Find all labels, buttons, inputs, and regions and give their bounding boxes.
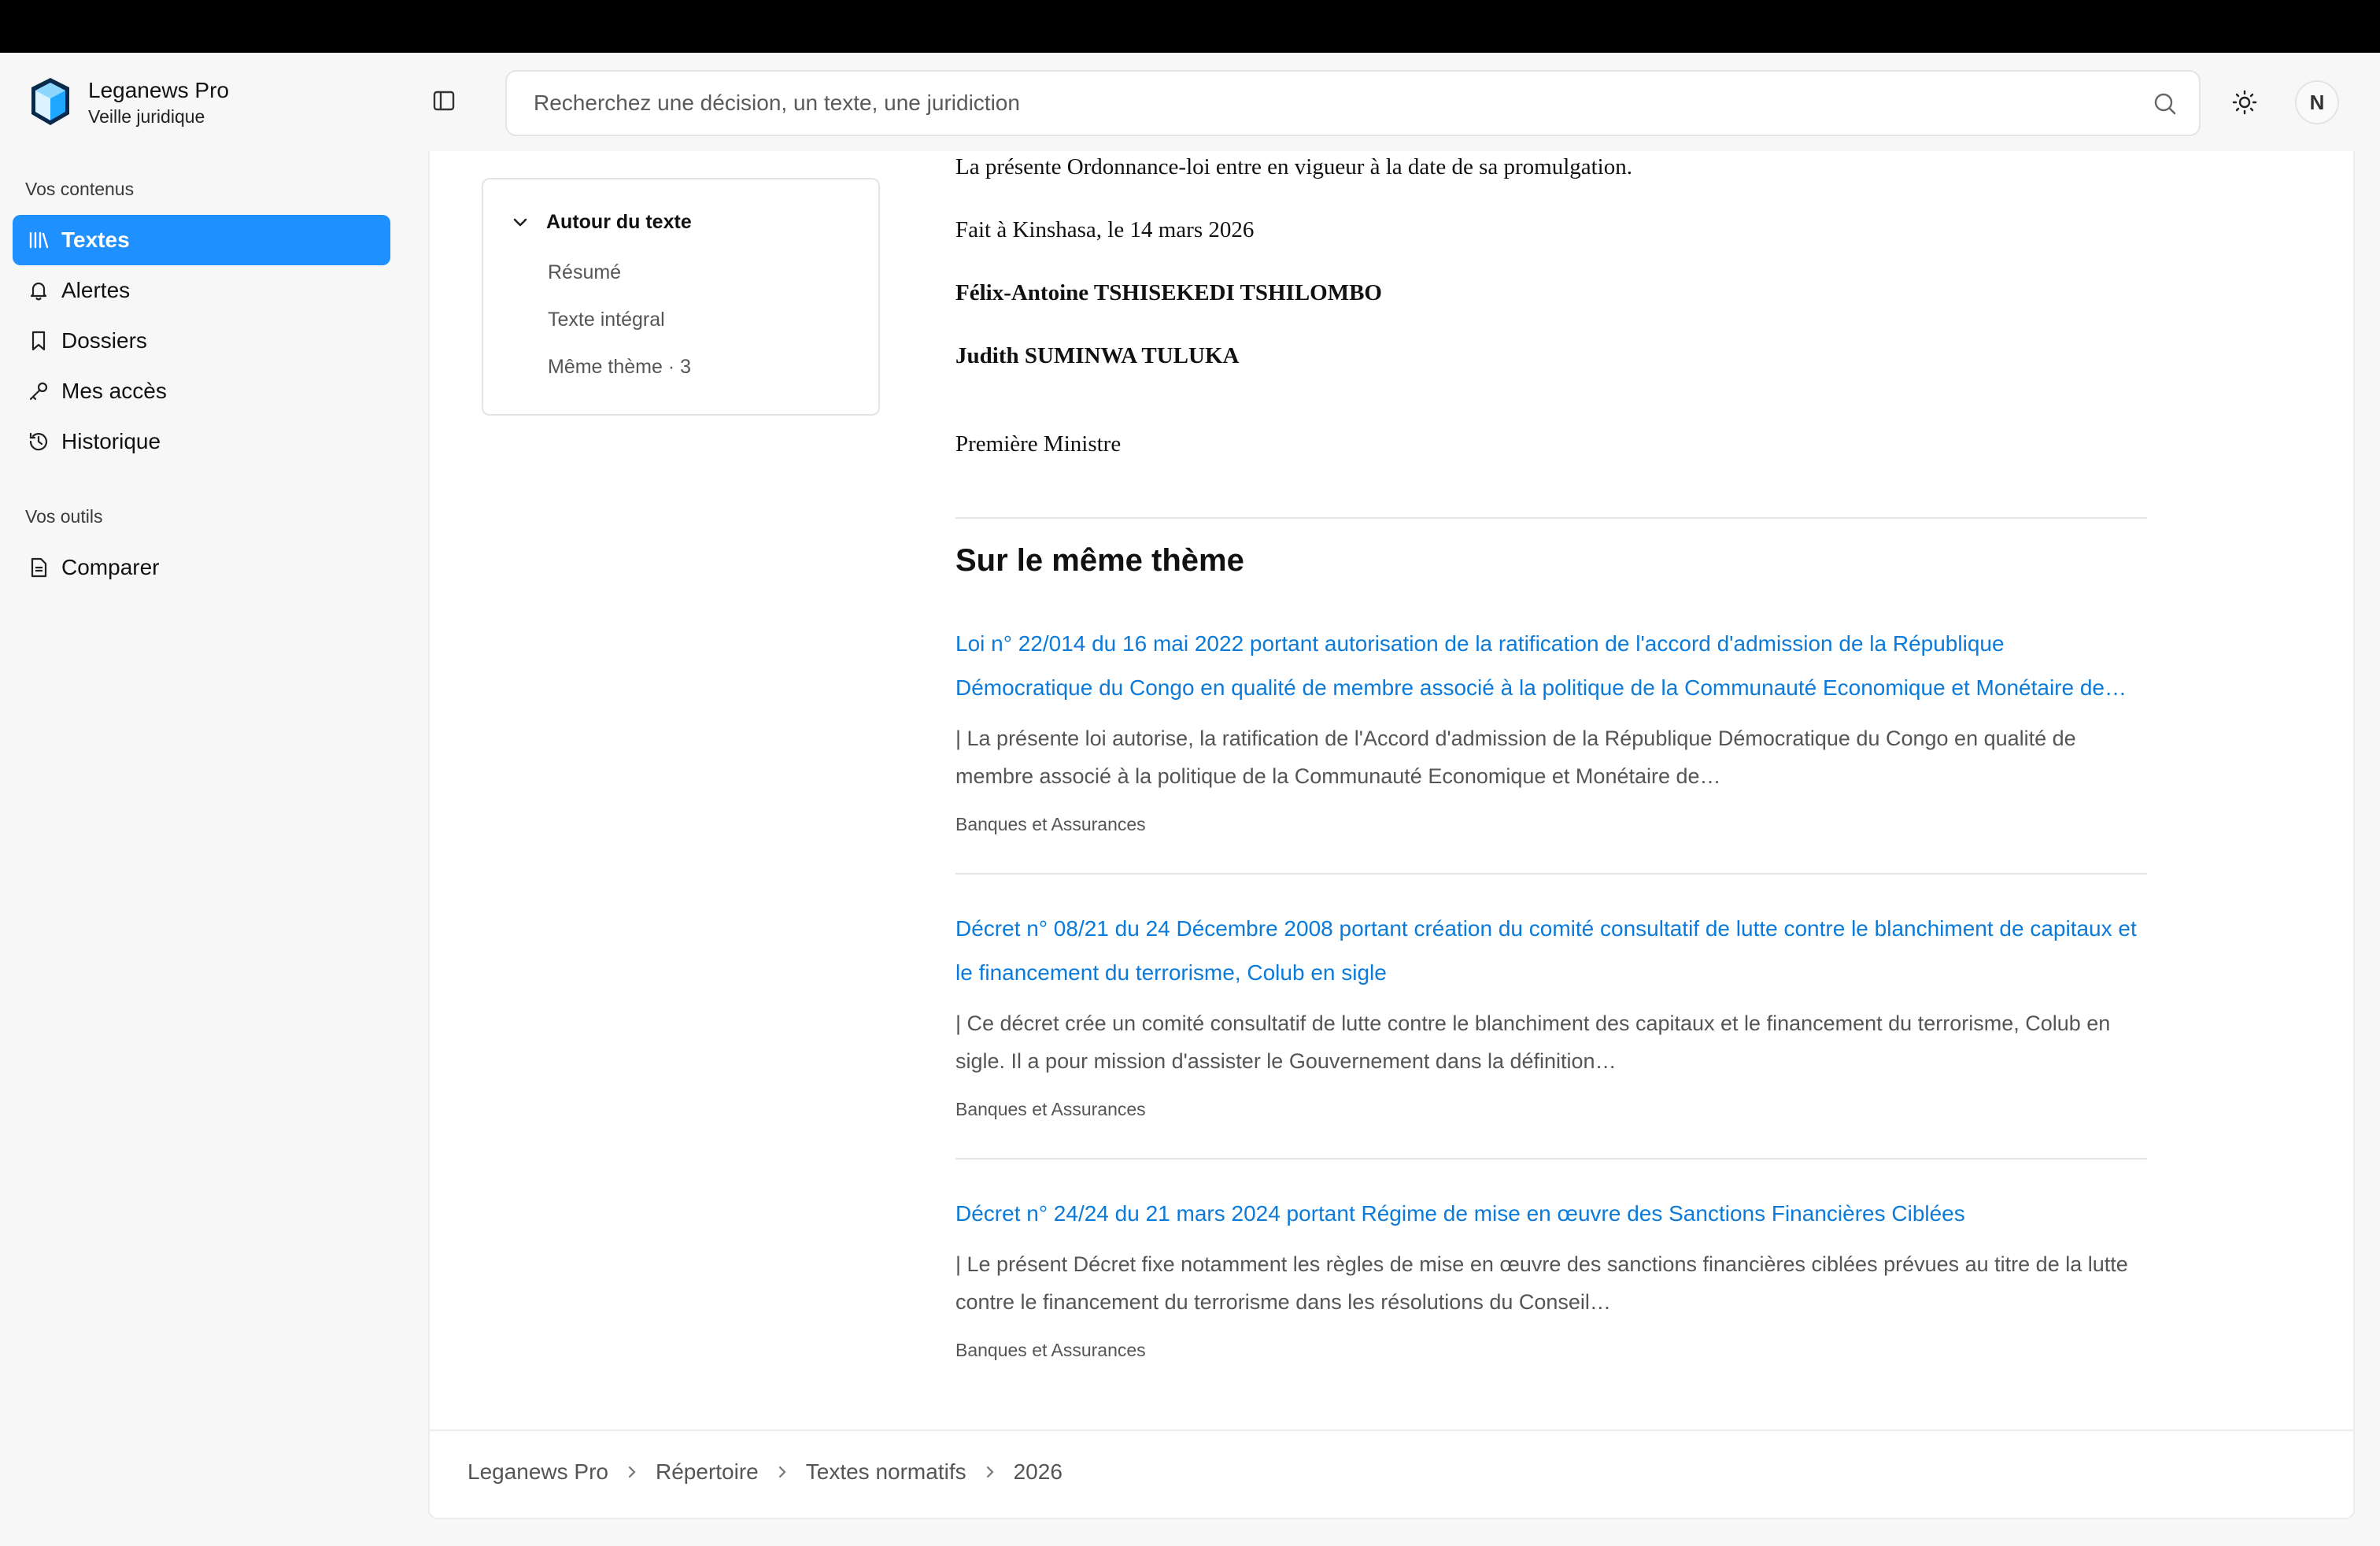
related-text-excerpt: | La présente loi autorise, la ratificat… [955,727,2076,788]
related-text-tag: Banques et Assurances [955,1099,1146,1119]
divider [955,517,2147,519]
sidebar-item-dossiers[interactable]: Dossiers [13,316,390,366]
library-icon [27,228,50,252]
sun-icon [2232,90,2257,115]
chevron-right-icon [628,1466,636,1478]
sidebar-item-alertes[interactable]: Alertes [13,265,390,316]
sidebar-item-label: Mes accès [61,379,167,403]
toc-item-meme-theme[interactable]: Même thème · 3 [548,356,691,379]
document-paragraph: La présente Ordonnance-loi entre en vigu… [955,154,1632,179]
same-theme-heading: Sur le même thème [955,543,1244,578]
chevron-down-icon [513,218,527,226]
search-icon[interactable] [2152,91,2179,117]
brand[interactable]: Leganews Pro Veille juridique [28,75,229,130]
sidebar: Leganews Pro Veille juridique Vos conten… [0,53,417,1546]
related-text-excerpt: | Ce décret crée un comité consultatif d… [955,1012,2111,1073]
bell-icon [27,279,50,302]
sidebar-item-label: Comparer [61,555,160,579]
search-input[interactable] [534,91,2108,116]
divider [955,873,2147,875]
sidebar-item-label: Textes [61,227,130,252]
logo-icon [31,78,69,125]
breadcrumb-item[interactable]: Leganews Pro [468,1459,608,1485]
breadcrumb-item[interactable]: 2026 [1014,1459,1062,1485]
sidebar-item-historique[interactable]: Historique [13,416,390,467]
related-text-link[interactable]: Décret n° 08/21 du 24 Décembre 2008 port… [955,907,2147,995]
app-name: Leganews Pro [88,78,230,102]
related-text-excerpt: | Le présent Décret fixe notamment les r… [955,1252,2128,1314]
sidebar-item-label: Dossiers [61,328,147,353]
sidebar-item-mes-acces[interactable]: Mes accès [13,366,390,416]
related-text-tag: Banques et Assurances [955,814,1146,834]
signatory-role: Première Ministre [955,431,1122,457]
key-icon [27,379,50,403]
search-bar[interactable] [505,70,2201,136]
sidebar-item-label: Historique [61,429,161,453]
toc-panel: Autour du texte Résumé Texte intégral Mê… [482,178,880,416]
history-icon [27,430,50,453]
related-text-link[interactable]: Décret n° 24/24 du 21 mars 2024 portant … [955,1192,2147,1236]
toggle-sidebar-button[interactable] [430,87,458,115]
sidebar-item-comparer[interactable]: Comparer [13,542,390,593]
document-date-line: Fait à Kinshasa, le 14 mars 2026 [955,217,1255,242]
breadcrumb-item[interactable]: Répertoire [656,1459,759,1485]
toc-header[interactable]: Autour du texte [510,211,692,234]
breadcrumb-bar: Leganews Pro Répertoire Textes normatifs… [430,1429,2353,1518]
related-text-link[interactable]: Loi n° 22/014 du 16 mai 2022 portant aut… [955,622,2147,710]
bookmark-icon [27,329,50,353]
chevron-right-icon [986,1466,994,1478]
breadcrumb-item[interactable]: Textes normatifs [806,1459,966,1485]
breadcrumb: Leganews Pro Répertoire Textes normatifs… [468,1459,1062,1485]
user-avatar[interactable]: N [2295,80,2339,124]
app-subtitle: Veille juridique [88,106,205,127]
document-icon [27,556,50,579]
toc-title: Autour du texte [546,211,692,233]
signatory-name: Judith SUMINWA TULUKA [955,343,1240,368]
window-top-bar [0,0,2380,53]
chevron-right-icon [778,1466,786,1478]
toc-item-texte-integral[interactable]: Texte intégral [548,309,665,331]
section-label-contents: Vos contenus [25,179,135,199]
main-panel: Autour du texte Résumé Texte intégral Mê… [428,151,2355,1519]
sidebar-item-label: Alertes [61,278,131,302]
signatory-name: Félix-Antoine TSHISEKEDI TSHILOMBO [955,280,1382,305]
section-label-tools: Vos outils [25,506,103,527]
sidebar-item-textes[interactable]: Textes [13,215,390,265]
divider [955,1158,2147,1160]
sidebar-toggle-icon [433,91,455,111]
related-text-tag: Banques et Assurances [955,1340,1146,1360]
toc-item-resume[interactable]: Résumé [548,261,621,284]
theme-toggle-button[interactable] [2229,87,2260,118]
